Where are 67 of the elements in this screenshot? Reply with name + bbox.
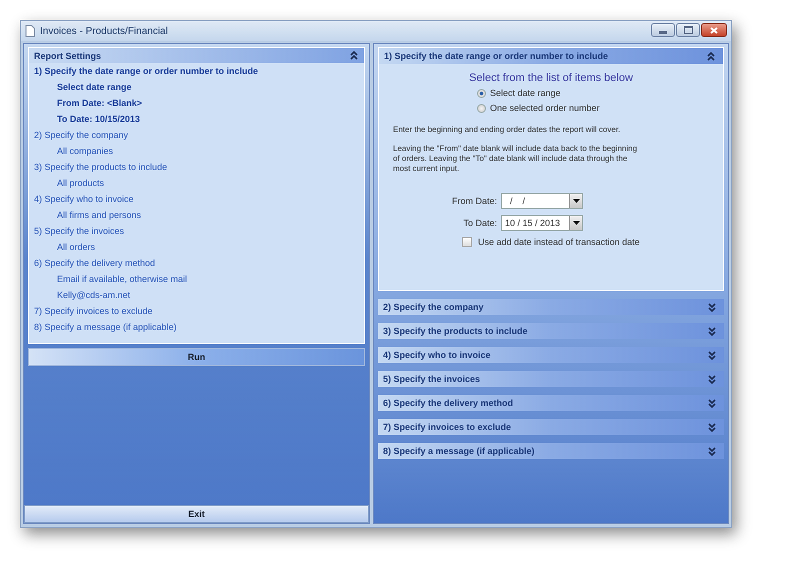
section-header[interactable]: 2) Specify the company: [378, 299, 724, 315]
section-header[interactable]: 1) Specify the date range or order number to include: [379, 48, 723, 64]
section-header[interactable]: 4) Specify who to invoice: [378, 347, 724, 363]
help-text: Enter the beginning and ending order dates the report will cover.: [393, 125, 622, 135]
section-title: 5) Specify the invoices: [383, 374, 480, 384]
collapse-icon[interactable]: [350, 50, 358, 61]
step-label[interactable]: 4) Specify who to invoice: [29, 191, 364, 207]
step-label[interactable]: 8) Specify a message (if applicable): [29, 319, 364, 335]
section-title: 8) Specify a message (if applicable): [383, 446, 535, 456]
step-detail: All orders: [56, 241, 96, 254]
checkbox[interactable]: [462, 237, 472, 247]
step-detail: Kelly@cds-am.net: [56, 289, 132, 302]
radio-button[interactable]: [477, 104, 486, 112]
close-icon[interactable]: [710, 26, 718, 34]
checkbox-label: Use add date instead of transaction date: [478, 237, 640, 247]
section-header[interactable]: 6) Specify the delivery method: [378, 395, 724, 411]
step-label[interactable]: 1) Specify the date range or order number to include: [29, 63, 364, 79]
step-detail: All companies: [56, 145, 114, 158]
help-text: Leaving the "From" date blank will include data back to the beginning of orders. Leaving the "To" date blank will include data through the most current input.: [393, 144, 638, 174]
date-label: To Date:: [462, 218, 497, 228]
radio-button[interactable]: [477, 88, 486, 98]
close-button[interactable]: [701, 23, 727, 37]
document-icon[interactable]: [25, 25, 35, 37]
step-detail: All products: [56, 177, 106, 190]
section-title: 1) Specify the date range or order number to include: [384, 51, 608, 61]
section-title: 7) Specify invoices to exclude: [383, 422, 512, 432]
expand-icon[interactable]: [708, 350, 716, 360]
maximize-button[interactable]: [676, 23, 700, 37]
instruction-heading: Select from the list of items below: [468, 72, 634, 84]
step-label[interactable]: 7) Specify invoices to exclude: [29, 303, 364, 319]
date-field[interactable]: / /: [501, 193, 583, 209]
date-label: From Date:: [450, 196, 497, 206]
step-label[interactable]: 6) Specify the delivery method: [29, 255, 364, 271]
expand-icon[interactable]: [708, 398, 716, 408]
section-title: 2) Specify the company: [383, 302, 484, 312]
expand-icon[interactable]: [708, 302, 716, 312]
radio-label: One selected order number: [490, 103, 600, 113]
step-detail: All firms and persons: [56, 209, 142, 222]
panel-header[interactable]: Report Settings: [29, 48, 364, 63]
minimize-button[interactable]: [651, 23, 675, 37]
section-header[interactable]: 7) Specify invoices to exclude: [378, 419, 724, 435]
step-detail: Select date range: [56, 81, 133, 94]
dropdown-icon[interactable]: [572, 199, 580, 203]
run-button[interactable]: Run: [28, 348, 365, 366]
section-title: 3) Specify the products to include: [383, 326, 528, 336]
step-detail: Email if available, otherwise mail: [56, 273, 188, 286]
expand-icon[interactable]: [708, 374, 716, 384]
radio-label: Select date range: [490, 88, 561, 98]
section-header[interactable]: 3) Specify the products to include: [378, 323, 724, 339]
exit-button[interactable]: Exit: [24, 505, 369, 523]
collapse-icon[interactable]: [707, 50, 715, 62]
date-field[interactable]: 10 / 15 / 2013: [501, 215, 583, 231]
section-header[interactable]: 8) Specify a message (if applicable): [378, 443, 724, 459]
section-header[interactable]: 5) Specify the invoices: [378, 371, 724, 387]
step-label[interactable]: 3) Specify the products to include: [29, 159, 364, 175]
window-title: Invoices - Products/Financial: [40, 26, 169, 36]
expand-icon[interactable]: [708, 446, 716, 456]
panel-title: Report Settings: [34, 50, 102, 60]
section-title: 4) Specify who to invoice: [383, 350, 491, 360]
step-label[interactable]: 2) Specify the company: [29, 127, 364, 143]
expand-icon[interactable]: [708, 422, 716, 432]
step-detail: To Date: 10/15/2013: [56, 113, 141, 126]
expand-icon[interactable]: [708, 326, 716, 336]
step-label[interactable]: 5) Specify the invoices: [29, 223, 364, 239]
step-detail: From Date: <Blank>: [56, 97, 144, 110]
section-title: 6) Specify the delivery method: [383, 398, 514, 408]
dropdown-icon[interactable]: [572, 221, 580, 225]
